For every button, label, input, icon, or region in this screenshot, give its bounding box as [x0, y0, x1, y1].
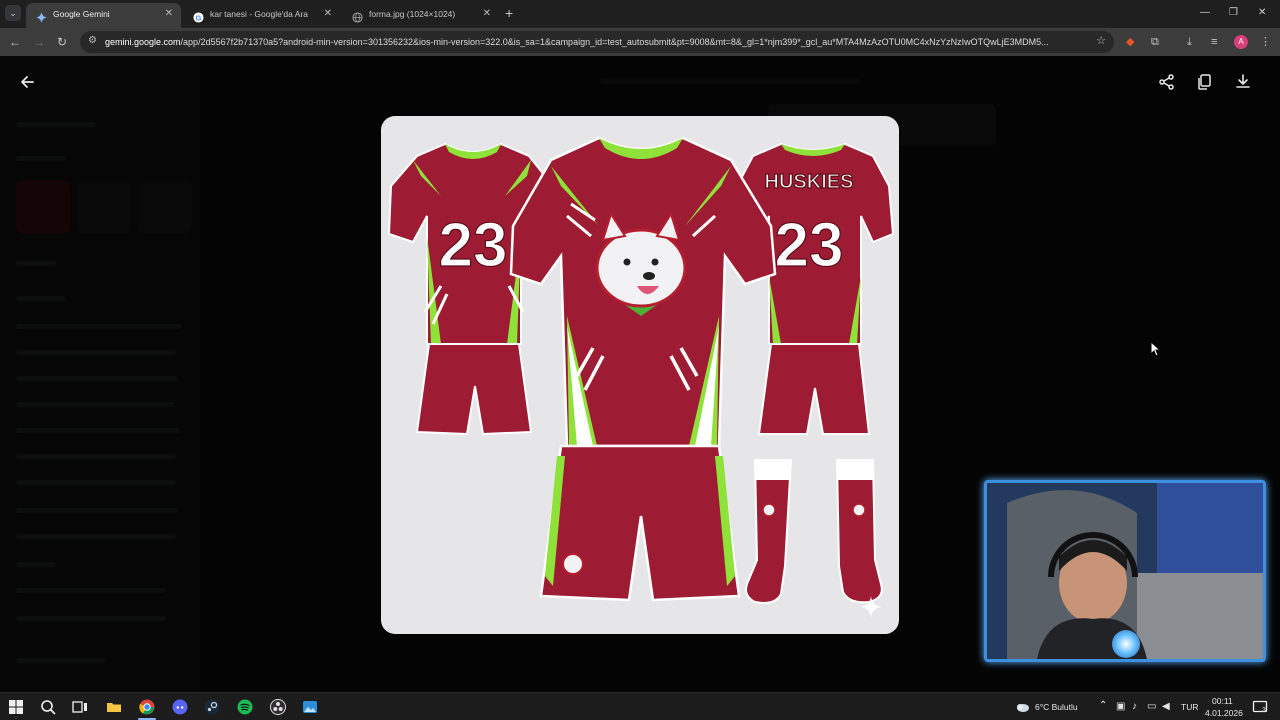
- tab-google-gemini[interactable]: Google Gemini ✕: [26, 3, 181, 28]
- tab-kar-tanesi[interactable]: G kar tanesi - Google'da Ara ✕: [183, 3, 340, 28]
- site-info-icon[interactable]: ⚙: [88, 35, 97, 46]
- arrow-left-icon: [17, 76, 37, 96]
- menu-kebab-icon[interactable]: ⋮: [1260, 34, 1271, 50]
- google-g-icon: G: [193, 9, 204, 23]
- restore-icon[interactable]: ❐: [1229, 5, 1238, 21]
- shorts-logo: [562, 553, 584, 575]
- onedrive-icon[interactable]: ▣: [1116, 701, 1125, 712]
- url-host: gemini.google.com: [105, 37, 181, 47]
- input-language[interactable]: TUR: [1181, 702, 1198, 712]
- tab-label: forma.jpg (1024×1024): [369, 9, 456, 19]
- task-view-icon[interactable]: [72, 699, 88, 715]
- search-icon[interactable]: [40, 699, 56, 715]
- gemini-sparkle-icon: [36, 9, 47, 24]
- url-text[interactable]: gemini.google.com/app/2d5567f2b71370a5?a…: [105, 31, 1090, 53]
- weather-cloud-icon[interactable]: [1014, 699, 1030, 715]
- copy-icon: [1195, 74, 1215, 96]
- tab-label: kar tanesi - Google'da Ara: [210, 9, 309, 19]
- share-icon: [1157, 74, 1177, 96]
- forward-arrow-icon[interactable]: →: [33, 34, 45, 50]
- browser-tab-strip: ⌄ Google Gemini ✕ G kar tanesi - Google'…: [0, 0, 1280, 28]
- close-icon[interactable]: ✕: [165, 3, 173, 25]
- viewer-back-button[interactable]: [17, 72, 37, 92]
- close-icon[interactable]: ✕: [483, 3, 491, 25]
- generated-image[interactable]: 23 HUSKIES 23: [381, 116, 899, 634]
- clock-time[interactable]: 00:11: [1212, 696, 1233, 706]
- spotify-icon[interactable]: [237, 699, 253, 715]
- minimize-icon[interactable]: —: [1200, 5, 1210, 21]
- discord-icon[interactable]: [172, 699, 188, 715]
- viewer-copy-button[interactable]: [1195, 72, 1215, 92]
- profile-avatar[interactable]: A: [1234, 35, 1248, 49]
- steam-icon[interactable]: [204, 699, 220, 715]
- extension-fox-icon[interactable]: ◆: [1126, 34, 1134, 50]
- mouse-cursor-icon: [1150, 340, 1162, 357]
- volume-icon[interactable]: ◀: [1162, 701, 1170, 712]
- shorts-small-left: [415, 343, 533, 436]
- photos-app-icon[interactable]: [302, 699, 318, 715]
- globe-icon: [352, 9, 363, 23]
- chevron-up-icon[interactable]: ⌃: [1099, 700, 1107, 711]
- new-tab-button[interactable]: +: [505, 5, 513, 21]
- media-controls-icon[interactable]: ≡: [1211, 34, 1217, 50]
- address-bar[interactable]: ⚙ gemini.google.com/app/2d5567f2b71370a5…: [80, 31, 1114, 53]
- viewer-share-button[interactable]: [1157, 72, 1177, 92]
- tab-search-button[interactable]: ⌄: [5, 5, 21, 21]
- webcam-frame-gem-icon: [1112, 630, 1140, 658]
- webcam-overlay: [984, 480, 1266, 662]
- back-number: 23: [775, 211, 844, 280]
- chrome-icon[interactable]: [139, 699, 155, 715]
- download-icon: [1233, 74, 1253, 96]
- obs-icon[interactable]: [270, 699, 286, 715]
- front-number-small: 23: [439, 211, 508, 280]
- clock-date[interactable]: 4.01.2026: [1205, 708, 1243, 718]
- weather-text[interactable]: 6°C Bulutlu: [1035, 702, 1078, 712]
- microphone-icon[interactable]: ♪: [1132, 701, 1137, 712]
- back-team-name: HUSKIES: [765, 171, 854, 193]
- soccer-kit-illustration: 23 HUSKIES 23: [387, 136, 895, 618]
- network-icon[interactable]: ▭: [1147, 701, 1156, 712]
- front-jersey-large: [509, 136, 777, 448]
- bookmark-star-icon[interactable]: ☆: [1096, 34, 1106, 47]
- extensions-puzzle-icon[interactable]: ⧉: [1151, 34, 1159, 50]
- windows-start-icon[interactable]: [8, 699, 24, 715]
- reload-icon[interactable]: ↻: [57, 34, 67, 50]
- file-explorer-icon[interactable]: [106, 699, 122, 715]
- viewer-download-button[interactable]: [1233, 72, 1253, 92]
- shorts-large: [539, 444, 741, 602]
- close-window-icon[interactable]: ✕: [1258, 5, 1266, 21]
- browser-toolbar: ← → ↻ ⚙ gemini.google.com/app/2d5567f2b7…: [0, 28, 1280, 56]
- tab-label: Google Gemini: [53, 9, 110, 19]
- tab-forma-jpg[interactable]: forma.jpg (1024×1024) ✕: [342, 3, 499, 28]
- shorts-small-right: [757, 343, 871, 435]
- url-path: /app/2d5567f2b71370a5?android-min-versio…: [180, 37, 1049, 47]
- socks: [745, 459, 883, 604]
- downloads-icon[interactable]: ⤓: [1187, 34, 1192, 50]
- windows-taskbar: 6°C Bulutlu ⌃ ▣ ♪ ▭ ◀ TUR 00:11 4.01.202…: [0, 692, 1280, 720]
- back-arrow-icon[interactable]: ←: [9, 34, 21, 50]
- svg-text:G: G: [196, 14, 202, 23]
- notification-count: 3: [1262, 707, 1266, 714]
- close-icon[interactable]: ✕: [324, 3, 332, 25]
